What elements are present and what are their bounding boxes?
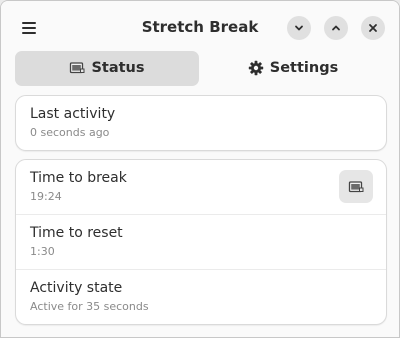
- activity-state-row: Activity state Active for 35 seconds: [16, 270, 386, 324]
- view-switcher: Status Settings: [15, 51, 385, 86]
- tab-settings-label: Settings: [269, 60, 339, 76]
- chevron-down-icon: [295, 25, 303, 31]
- close-button[interactable]: [361, 16, 385, 40]
- time-to-reset-label: Time to reset: [30, 225, 123, 241]
- take-break-icon: [348, 181, 364, 193]
- activity-state-label: Activity state: [30, 280, 123, 296]
- last-activity-value: 0 seconds ago: [30, 126, 110, 139]
- activity-state-value: Active for 35 seconds: [30, 300, 149, 313]
- time-to-break-label: Time to break: [30, 170, 127, 186]
- gear-icon: [248, 60, 263, 76]
- last-activity-label: Last activity: [30, 106, 116, 122]
- app-window: Stretch Break Status Settings Last activ…: [0, 0, 400, 338]
- tab-status[interactable]: Status: [15, 51, 199, 86]
- time-to-break-value: 19:24: [30, 190, 62, 203]
- minimize-button[interactable]: [287, 16, 311, 40]
- last-activity-row: Last activity 0 seconds ago: [16, 96, 386, 150]
- maximize-button[interactable]: [324, 16, 348, 40]
- time-to-reset-row: Time to reset 1:30: [16, 215, 386, 269]
- time-to-break-row: Time to break 19:24: [16, 160, 386, 214]
- tab-status-label: Status: [91, 60, 145, 76]
- status-icon: [70, 62, 85, 74]
- tab-settings[interactable]: Settings: [201, 51, 385, 86]
- chevron-up-icon: [332, 25, 340, 31]
- last-activity-card: Last activity 0 seconds ago: [15, 95, 387, 151]
- time-to-reset-value: 1:30: [30, 245, 55, 258]
- take-break-button[interactable]: [339, 170, 373, 203]
- close-icon: [369, 24, 377, 32]
- header-bar: Stretch Break: [1, 1, 399, 55]
- timers-card: Time to break 19:24 Time to reset 1:30 A…: [15, 159, 387, 325]
